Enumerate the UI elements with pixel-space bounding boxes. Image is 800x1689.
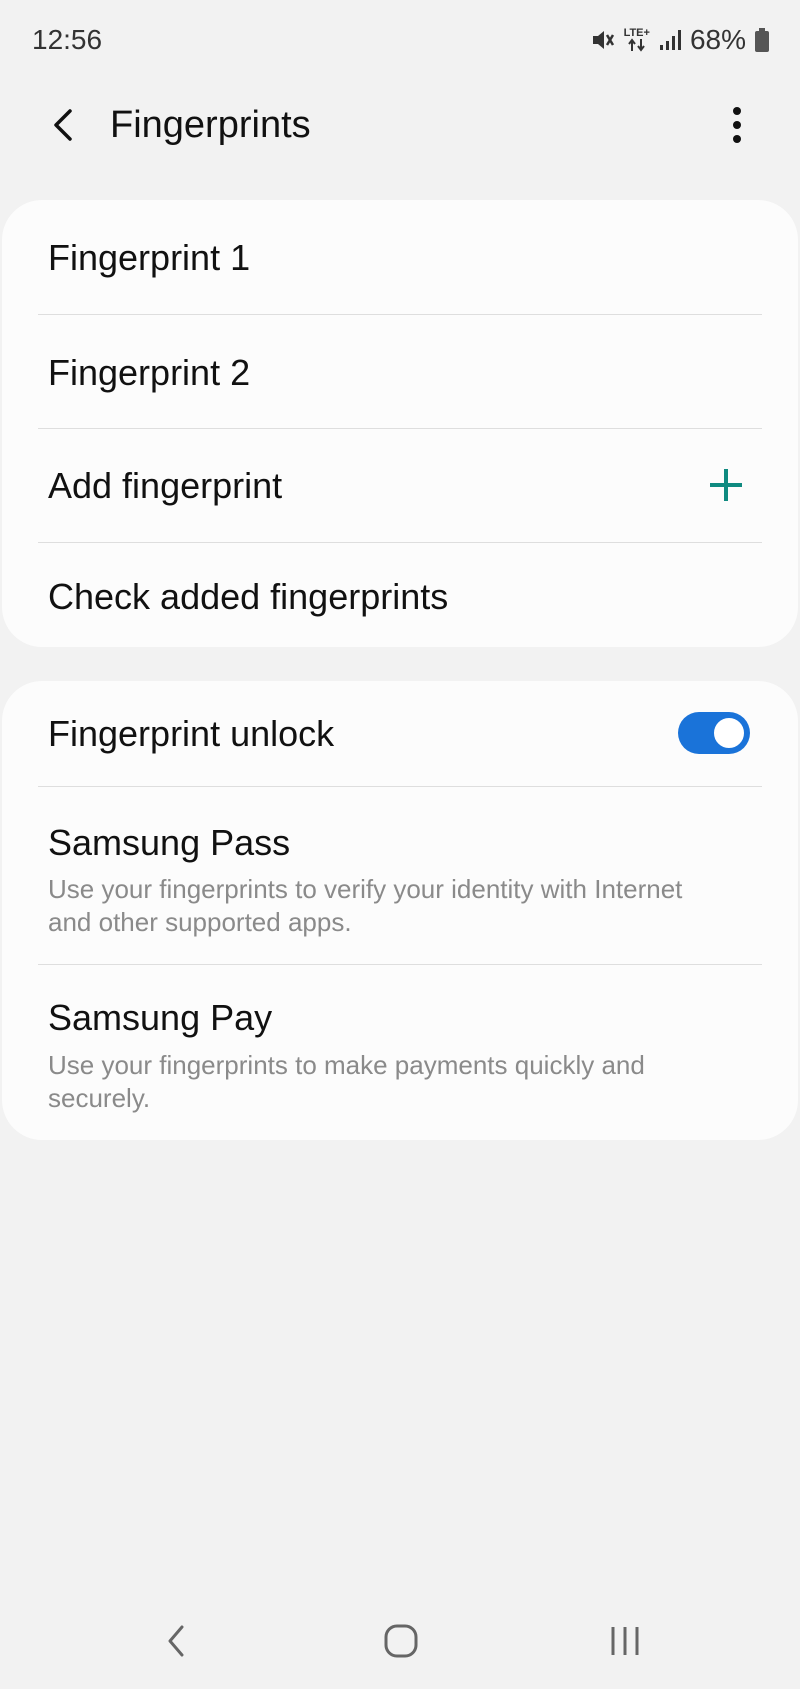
list-item-label: Check added fingerprints <box>48 576 449 617</box>
toggle-knob <box>711 715 747 751</box>
status-icons: LTE+ 68% <box>590 22 770 58</box>
fingerprint-list-card: Fingerprint 1 Fingerprint 2 Add fingerpr… <box>2 200 798 647</box>
navigation-bar <box>0 1599 800 1689</box>
status-time: 12:56 <box>32 24 103 55</box>
list-item-label: Add fingerprint <box>48 465 283 506</box>
samsung-pay-label: Samsung Pay <box>48 997 273 1038</box>
samsung-pass-label: Samsung Pass <box>48 822 291 863</box>
samsung-pass-description: Use your fingerprints to verify your ide… <box>48 874 683 937</box>
list-item-label: Fingerprint 1 <box>48 237 251 278</box>
list-item-fingerprint-1[interactable]: Fingerprint 1 <box>38 200 762 315</box>
fingerprint-unlock-row[interactable]: Fingerprint unlock <box>38 681 762 787</box>
list-item-fingerprint-2[interactable]: Fingerprint 2 <box>38 315 762 429</box>
samsung-pass-row[interactable]: Samsung Pass Use your fingerprints to ve… <box>38 787 762 965</box>
list-item-label: Fingerprint 2 <box>48 352 251 393</box>
more-vertical-icon <box>733 107 741 143</box>
more-options-button[interactable] <box>710 98 764 152</box>
home-icon <box>384 1624 418 1658</box>
lte-indicator: LTE+ <box>624 28 650 52</box>
recents-icon <box>611 1627 639 1655</box>
fingerprint-unlock-toggle[interactable] <box>678 712 750 754</box>
data-arrows-icon <box>627 38 645 52</box>
nav-recents-button[interactable] <box>590 1611 660 1671</box>
check-added-fingerprints-button[interactable]: Check added fingerprints <box>38 543 762 647</box>
nav-back-button[interactable] <box>142 1611 212 1671</box>
nav-back-icon <box>168 1625 184 1657</box>
back-button[interactable] <box>36 98 90 152</box>
add-fingerprint-button[interactable]: Add fingerprint <box>38 429 762 543</box>
plus-icon <box>708 467 744 503</box>
signal-icon <box>659 30 681 50</box>
fingerprint-settings-card: Fingerprint unlock Samsung Pass Use your… <box>2 681 798 1140</box>
lte-label: LTE+ <box>623 27 650 39</box>
chevron-left-icon <box>54 109 72 141</box>
samsung-pay-description: Use your fingerprints to make payments q… <box>48 1050 645 1113</box>
battery-icon <box>755 28 769 52</box>
battery-percentage: 68% <box>689 24 746 55</box>
nav-home-button[interactable] <box>366 1611 436 1671</box>
mute-icon <box>592 31 614 49</box>
app-bar: Fingerprints <box>0 80 800 170</box>
fingerprint-unlock-label: Fingerprint unlock <box>48 713 335 754</box>
samsung-pay-row[interactable]: Samsung Pay Use your fingerprints to mak… <box>38 965 762 1140</box>
status-bar: 12:56 LTE+ 68% <box>0 0 800 80</box>
page-title: Fingerprints <box>110 104 311 146</box>
